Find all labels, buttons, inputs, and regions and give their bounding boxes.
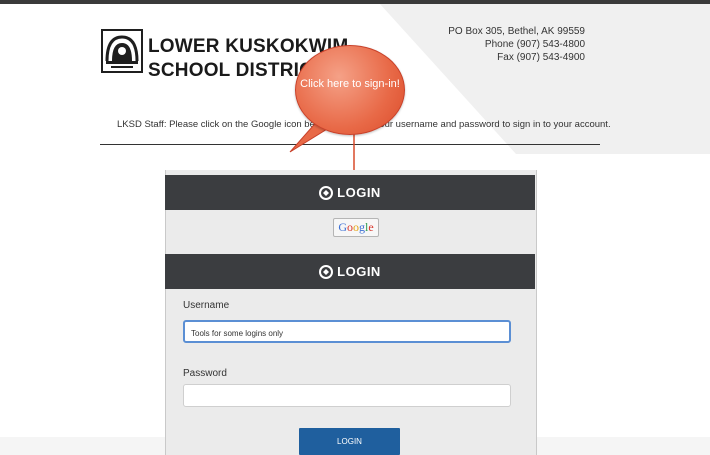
username-label: Username	[183, 300, 230, 311]
google-login-title: LOGIN	[337, 185, 381, 200]
google-letter: G	[338, 220, 347, 234]
login-logo-icon	[319, 264, 334, 279]
username-input[interactable]: Tools for some logins only	[183, 320, 511, 343]
login-logo-icon	[319, 185, 334, 200]
google-sign-in-button[interactable]: Google	[333, 218, 379, 237]
google-letter: e	[368, 220, 374, 234]
google-login-header: LOGIN	[165, 175, 535, 210]
login-button[interactable]: LOGIN	[299, 428, 400, 455]
callout-bubble	[295, 45, 405, 135]
password-label: Password	[183, 368, 227, 379]
standard-login-header: LOGIN	[165, 254, 535, 289]
callout-text: Click here to sign-in!	[300, 78, 400, 90]
password-input[interactable]	[183, 384, 511, 407]
login-panel	[165, 170, 537, 455]
standard-login-title: LOGIN	[337, 264, 381, 279]
